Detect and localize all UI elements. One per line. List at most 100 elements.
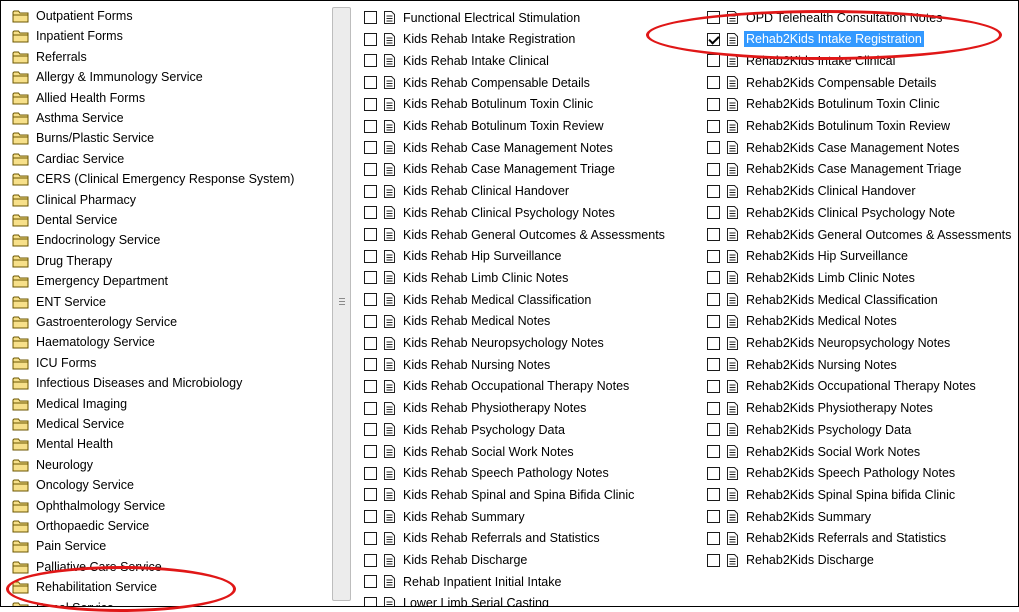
- form-item[interactable]: Rehab2Kids Botulinum Toxin Review: [707, 116, 952, 137]
- checkbox[interactable]: [707, 423, 720, 437]
- checkbox[interactable]: [707, 358, 720, 372]
- form-item[interactable]: Kids Rehab Case Management Triage: [364, 159, 617, 180]
- form-item[interactable]: Rehab2Kids Occupational Therapy Notes: [707, 376, 978, 397]
- form-item[interactable]: Kids Rehab Spinal and Spina Bifida Clini…: [364, 484, 636, 505]
- checkbox[interactable]: [707, 206, 720, 220]
- form-item[interactable]: Kids Rehab Case Management Notes: [364, 137, 615, 158]
- checkbox[interactable]: [364, 11, 377, 24]
- folder-item[interactable]: Asthma Service: [12, 108, 124, 128]
- checkbox[interactable]: [707, 162, 720, 176]
- folder-item[interactable]: Renal Service: [12, 598, 114, 606]
- checkbox[interactable]: [364, 184, 377, 198]
- form-item[interactable]: Functional Electrical Stimulation: [364, 7, 582, 28]
- folder-item[interactable]: Emergency Department: [12, 271, 168, 291]
- checkbox[interactable]: [364, 510, 377, 524]
- form-item[interactable]: Kids Rehab Neuropsychology Notes: [364, 333, 606, 354]
- checkbox[interactable]: [707, 119, 720, 133]
- form-item[interactable]: Kids Rehab Nursing Notes: [364, 354, 552, 375]
- form-item[interactable]: Kids Rehab Summary: [364, 506, 527, 527]
- checkbox[interactable]: [364, 531, 377, 545]
- checkbox[interactable]: [364, 76, 377, 90]
- checkbox[interactable]: [707, 97, 720, 111]
- vertical-scrollbar[interactable]: [332, 7, 351, 601]
- form-item[interactable]: OPD Telehealth Consultation Notes: [707, 7, 944, 28]
- checkbox[interactable]: [707, 314, 720, 328]
- checkbox[interactable]: [707, 488, 720, 502]
- checkbox[interactable]: [707, 141, 720, 155]
- form-item[interactable]: Kids Rehab Referrals and Statistics: [364, 528, 602, 549]
- checkbox[interactable]: [364, 293, 377, 307]
- checkbox[interactable]: [364, 401, 377, 415]
- form-item[interactable]: Kids Rehab Physiotherapy Notes: [364, 398, 588, 419]
- form-item[interactable]: Rehab2Kids Case Management Notes: [707, 137, 961, 158]
- form-item[interactable]: Rehab2Kids Social Work Notes: [707, 441, 922, 462]
- form-item[interactable]: Kids Rehab Clinical Psychology Notes: [364, 202, 617, 223]
- checkbox[interactable]: [707, 271, 720, 285]
- form-item[interactable]: Rehab2Kids Case Management Triage: [707, 159, 963, 180]
- checkbox[interactable]: [707, 379, 720, 393]
- folder-item[interactable]: Clinical Pharmacy: [12, 190, 136, 210]
- form-item[interactable]: Kids Rehab Compensable Details: [364, 72, 592, 93]
- form-item[interactable]: Rehab2Kids Limb Clinic Notes: [707, 267, 917, 288]
- folder-item[interactable]: Medical Service: [12, 414, 124, 434]
- form-item[interactable]: Rehab2Kids Intake Registration: [707, 29, 924, 50]
- checkbox[interactable]: [707, 293, 720, 307]
- checkbox[interactable]: [364, 228, 377, 241]
- folder-item[interactable]: CERS (Clinical Emergency Response System…: [12, 169, 294, 189]
- checkbox[interactable]: [707, 445, 720, 458]
- checkbox[interactable]: [364, 162, 377, 176]
- form-item[interactable]: Rehab2Kids Hip Surveillance: [707, 246, 910, 267]
- form-item[interactable]: Kids Rehab Clinical Handover: [364, 181, 571, 202]
- checkbox[interactable]: [707, 11, 720, 24]
- form-item[interactable]: Rehab2Kids Nursing Notes: [707, 354, 899, 375]
- checkbox[interactable]: [364, 596, 377, 606]
- form-item[interactable]: Rehab2Kids Referrals and Statistics: [707, 528, 948, 549]
- folder-item[interactable]: ENT Service: [12, 292, 106, 312]
- folder-item[interactable]: Burns/Plastic Service: [12, 128, 154, 148]
- folder-item[interactable]: Gastroenterology Service: [12, 312, 177, 332]
- scrollbar-grip-icon[interactable]: [339, 298, 345, 307]
- folder-item[interactable]: Oncology Service: [12, 475, 134, 495]
- checkbox[interactable]: [364, 575, 377, 589]
- form-item[interactable]: Rehab2Kids Neuropsychology Notes: [707, 333, 952, 354]
- checkbox[interactable]: [364, 249, 377, 263]
- folder-item[interactable]: Cardiac Service: [12, 149, 124, 169]
- folder-item[interactable]: Pain Service: [12, 536, 106, 556]
- checkbox[interactable]: [364, 271, 377, 285]
- folder-item[interactable]: Allergy & Immunology Service: [12, 67, 203, 87]
- form-item[interactable]: Kids Rehab Social Work Notes: [364, 441, 576, 462]
- form-item[interactable]: Kids Rehab General Outcomes & Assessment…: [364, 224, 667, 245]
- folder-item[interactable]: Allied Health Forms: [12, 88, 145, 108]
- folder-item[interactable]: Referrals: [12, 47, 87, 67]
- form-item[interactable]: Rehab2Kids Physiotherapy Notes: [707, 398, 935, 419]
- folder-item[interactable]: Infectious Diseases and Microbiology: [12, 373, 242, 393]
- checkbox[interactable]: [364, 445, 377, 458]
- checkbox[interactable]: [364, 119, 377, 133]
- form-item[interactable]: Kids Rehab Limb Clinic Notes: [364, 267, 570, 288]
- checkbox[interactable]: [707, 553, 720, 567]
- checkbox[interactable]: [707, 510, 720, 524]
- folder-item[interactable]: Medical Imaging: [12, 394, 127, 414]
- folder-item[interactable]: Rehabilitation Service: [12, 577, 157, 597]
- checkbox[interactable]: [707, 336, 720, 350]
- checkbox[interactable]: [707, 32, 720, 46]
- checkbox[interactable]: [364, 488, 377, 502]
- folder-item[interactable]: Outpatient Forms: [12, 6, 133, 26]
- checkbox[interactable]: [364, 314, 377, 328]
- form-item[interactable]: Kids Rehab Intake Clinical: [364, 50, 551, 71]
- form-item[interactable]: Kids Rehab Discharge: [364, 550, 529, 571]
- form-item[interactable]: Kids Rehab Speech Pathology Notes: [364, 463, 611, 484]
- checkbox[interactable]: [364, 379, 377, 393]
- checkbox[interactable]: [707, 531, 720, 545]
- form-item[interactable]: Rehab2Kids General Outcomes & Assessment…: [707, 224, 1013, 245]
- form-item[interactable]: Rehab2Kids Discharge: [707, 550, 876, 571]
- folder-item[interactable]: Endocrinology Service: [12, 230, 160, 250]
- form-item[interactable]: Kids Rehab Medical Classification: [364, 289, 593, 310]
- form-item[interactable]: Kids Rehab Hip Surveillance: [364, 246, 563, 267]
- folder-item[interactable]: Mental Health: [12, 434, 113, 454]
- folder-item[interactable]: Palliative Care Service: [12, 557, 162, 577]
- checkbox[interactable]: [364, 97, 377, 111]
- form-item[interactable]: Rehab2Kids Medical Classification: [707, 289, 940, 310]
- folder-item[interactable]: Haematology Service: [12, 332, 155, 352]
- checkbox[interactable]: [364, 553, 377, 567]
